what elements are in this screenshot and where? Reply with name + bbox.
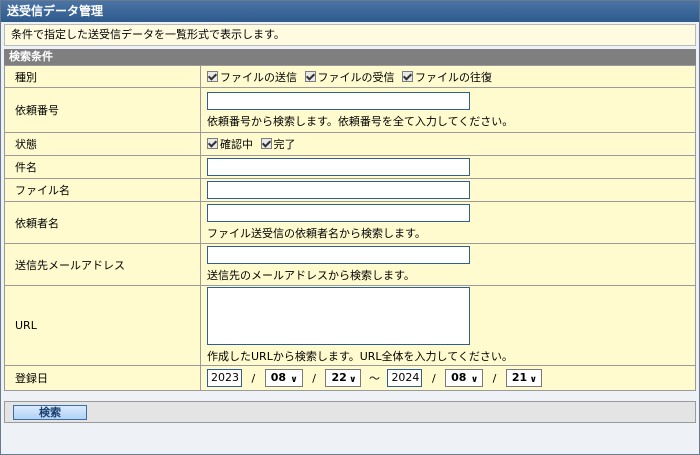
url-hint: 作成したURLから検索します。URL全体を入力してください。 <box>207 350 513 363</box>
checkbox-checked-icon <box>304 70 316 82</box>
row-url: URL 作成したURLから検索します。URL全体を入力してください。 <box>4 285 696 366</box>
status-label: 状態 <box>4 132 201 156</box>
chevron-down-icon: ∨ <box>470 375 479 385</box>
subject-label: 件名 <box>4 155 201 179</box>
page-description: 条件で指定した送受信データを一覧形式で表示します。 <box>4 24 696 46</box>
page-title: 送受信データ管理 <box>1 1 699 22</box>
row-type: 種別 ファイルの送信 ファイルの受信 ファイルの往復 <box>4 65 696 88</box>
to-month-select[interactable]: 08 ∨ <box>445 369 484 387</box>
dest-email-hint: 送信先のメールアドレスから検索します。 <box>207 269 415 282</box>
checkbox-checked-icon <box>260 138 272 149</box>
checkbox-checked-icon <box>207 138 218 149</box>
request-no-input[interactable] <box>207 91 470 110</box>
chevron-down-icon: ∨ <box>290 375 298 385</box>
type-label: 種別 <box>4 65 201 88</box>
from-year-input[interactable]: 2023 <box>207 369 242 387</box>
date-slash: / <box>431 371 436 385</box>
file-name-label: ファイル名 <box>4 178 201 202</box>
chevron-down-icon: ∨ <box>349 375 357 385</box>
subject-input[interactable] <box>207 158 470 176</box>
dest-email-label: 送信先メールアドレス <box>4 243 201 286</box>
from-month-select[interactable]: 08 ∨ <box>264 369 303 387</box>
row-subject: 件名 <box>4 155 696 179</box>
reg-date-label: 登録日 <box>4 365 201 391</box>
dest-email-input[interactable] <box>207 246 470 264</box>
type-roundtrip-checkbox[interactable]: ファイルの往復 <box>402 70 492 84</box>
status-done-checkbox[interactable]: 完了 <box>260 138 296 151</box>
request-no-hint: 依頼番号から検索します。依頼番号を全て入力してください。 <box>207 114 514 128</box>
button-bar: 検索 <box>4 401 696 423</box>
from-day-select[interactable]: 22 ∨ <box>325 369 362 387</box>
search-button[interactable]: 検索 <box>13 405 87 420</box>
chevron-down-icon: ∨ <box>529 375 537 385</box>
row-reg-date: 登録日 2023 / 08 ∨ / 22 ∨ ～ 2024 / 08 ∨ / 21 ∨ <box>4 365 696 391</box>
search-form: 種別 ファイルの送信 ファイルの受信 ファイルの往復 依頼番号 依頼番号から検索… <box>4 65 696 391</box>
row-requester: 依頼者名 ファイル送受信の依頼者名から検索します。 <box>4 201 696 244</box>
row-status: 状態 確認中 完了 <box>4 132 696 156</box>
requester-hint: ファイル送受信の依頼者名から検索します。 <box>207 227 426 240</box>
status-checking-checkbox[interactable]: 確認中 <box>207 138 253 151</box>
url-textarea[interactable] <box>207 287 470 345</box>
type-receive-checkbox[interactable]: ファイルの受信 <box>304 70 395 84</box>
file-name-input[interactable] <box>207 181 470 199</box>
to-year-input[interactable]: 2024 <box>387 369 423 387</box>
date-slash: / <box>251 371 256 385</box>
requester-input[interactable] <box>207 204 470 222</box>
page-frame: 送受信データ管理 条件で指定した送受信データを一覧形式で表示します。 検索条件 … <box>0 0 700 455</box>
requester-label: 依頼者名 <box>4 201 201 244</box>
row-request-no: 依頼番号 依頼番号から検索します。依頼番号を全て入力してください。 <box>4 87 696 133</box>
date-slash: / <box>312 371 316 385</box>
date-range-tilde: ～ <box>368 372 380 385</box>
url-label: URL <box>4 285 201 366</box>
to-day-select[interactable]: 21 ∨ <box>505 369 542 387</box>
checkbox-checked-icon <box>207 70 218 82</box>
type-send-checkbox[interactable]: ファイルの送信 <box>207 70 297 84</box>
section-title: 検索条件 <box>4 49 696 65</box>
date-slash: / <box>492 371 497 385</box>
row-file-name: ファイル名 <box>4 178 696 202</box>
row-dest-email: 送信先メールアドレス 送信先のメールアドレスから検索します。 <box>4 243 696 286</box>
request-no-label: 依頼番号 <box>4 87 201 133</box>
checkbox-checked-icon <box>402 70 413 82</box>
